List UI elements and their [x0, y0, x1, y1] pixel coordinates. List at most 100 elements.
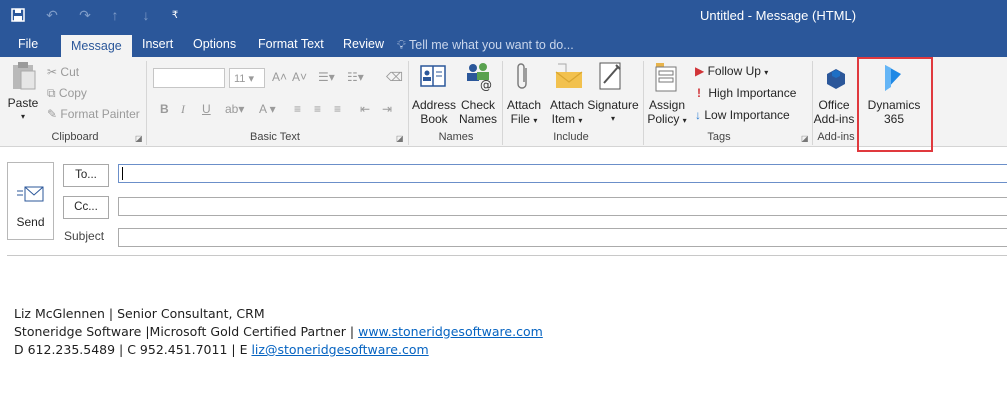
cut-label: Cut: [60, 65, 80, 79]
website-link[interactable]: www.stoneridgesoftware.com: [358, 324, 543, 339]
bullets-icon[interactable]: ☰▾: [318, 70, 335, 84]
down-arrow-icon: ↓: [695, 108, 701, 122]
window-title: Untitled - Message (HTML): [700, 8, 857, 23]
to-field[interactable]: [118, 164, 1007, 183]
group-separator: [408, 61, 409, 145]
tab-options[interactable]: Options: [193, 36, 236, 57]
down-arrow-icon[interactable]: ↓: [136, 5, 156, 25]
signature-line-3: D 612.235.5489 | C 952.451.7011 | E liz@…: [14, 342, 429, 357]
customize-dropdown-icon[interactable]: ₹: [165, 5, 185, 25]
font-color-icon[interactable]: A ▾: [259, 102, 276, 116]
grow-font-icon[interactable]: A˄: [272, 70, 287, 84]
cut-button[interactable]: ✂︎ Cut: [47, 65, 79, 79]
check-names-label-1: Check: [460, 98, 495, 112]
subject-label: Subject: [64, 229, 105, 243]
assign-policy-dropdown-icon: ▾: [682, 116, 687, 125]
font-name-box[interactable]: [153, 68, 225, 88]
format-painter-button[interactable]: ✎ Format Painter: [47, 107, 140, 121]
group-separator: [146, 61, 147, 145]
lightbulb-icon: 💡︎: [397, 38, 406, 52]
high-importance-label: High Importance: [708, 86, 797, 100]
numbering-icon[interactable]: ☷▾: [347, 70, 364, 84]
paperclip-icon: [516, 62, 530, 95]
copy-button[interactable]: ⧉ Copy: [47, 86, 87, 101]
attach-item-button[interactable]: Attach Item ▾: [547, 98, 587, 128]
office-addins-icon: [823, 64, 849, 93]
follow-up-button[interactable]: ▶ Follow Up ▾: [695, 64, 768, 78]
signature-company: Stoneridge Software |Microsoft Gold Cert…: [14, 324, 359, 339]
paste-button[interactable]: Paste ▾: [6, 96, 40, 124]
basic-text-group-label: Basic Text: [250, 131, 300, 143]
undo-icon[interactable]: ↶: [42, 5, 62, 25]
clear-formatting-icon[interactable]: ⌫: [386, 70, 403, 84]
attach-file-label-2: File: [510, 112, 530, 126]
underline-button[interactable]: U: [202, 102, 211, 116]
svg-text:@: @: [480, 78, 492, 91]
font-size-box[interactable]: 11 ▾: [229, 68, 265, 88]
ribbon: Paste ▾ ✂︎ Cut ⧉ Copy ✎ Format Painter C…: [0, 57, 1007, 147]
attach-item-dropdown-icon: ▾: [578, 116, 583, 125]
shrink-font-icon[interactable]: A˅: [292, 70, 307, 84]
tab-file[interactable]: File: [18, 36, 38, 57]
align-right-icon[interactable]: ≡: [334, 102, 341, 116]
format-painter-label: Format Painter: [60, 107, 140, 121]
decrease-indent-icon[interactable]: ⇤: [360, 102, 370, 116]
title-bar: ↶ ↷ ↑ ↓ ₹ Untitled - Message (HTML): [0, 0, 1007, 32]
align-center-icon[interactable]: ≡: [314, 102, 321, 116]
names-group-label: Names: [438, 131, 474, 143]
address-book-label-1: Address: [411, 98, 457, 112]
increase-indent-icon[interactable]: ⇥: [382, 102, 392, 116]
clipboard-launcher-icon[interactable]: ◪: [135, 134, 143, 143]
scissors-icon: ✂︎: [47, 65, 58, 79]
signature-line-1: Liz McGlennen | Senior Consultant, CRM: [14, 306, 265, 321]
exclamation-icon: !: [697, 86, 701, 100]
bold-button[interactable]: B: [160, 102, 169, 116]
cc-button[interactable]: Cc...: [63, 196, 109, 219]
to-button[interactable]: To...: [63, 164, 109, 187]
high-importance-button[interactable]: ! High Importance: [697, 86, 796, 100]
font-size-value: 11: [234, 73, 246, 85]
ribbon-tabs: File Message Insert Options Format Text …: [0, 32, 1007, 58]
attach-file-button[interactable]: Attach File ▾: [506, 98, 542, 128]
address-book-button[interactable]: Address Book: [411, 98, 457, 126]
cc-field[interactable]: [118, 197, 1007, 216]
check-names-icon: @: [465, 61, 493, 94]
envelope-icon: [554, 62, 584, 93]
align-left-icon[interactable]: ≡: [294, 102, 301, 116]
assign-policy-button[interactable]: Assign Policy ▾: [647, 98, 687, 128]
send-icon: [17, 185, 45, 206]
basic-text-launcher-icon[interactable]: ◪: [396, 134, 404, 143]
signature-dropdown-icon: ▾: [610, 114, 615, 123]
signature-line-2: Stoneridge Software |Microsoft Gold Cert…: [14, 324, 543, 339]
attach-item-label-1: Attach: [549, 98, 585, 112]
tab-review[interactable]: Review: [343, 36, 384, 57]
tags-launcher-icon[interactable]: ◪: [801, 134, 809, 143]
up-arrow-icon[interactable]: ↑: [105, 5, 125, 25]
paste-icon: [11, 61, 37, 94]
highlight-color-icon[interactable]: ab▾: [225, 102, 244, 116]
signature-label: Signature: [587, 98, 639, 112]
copy-label: Copy: [58, 86, 87, 100]
redo-icon[interactable]: ↷: [75, 5, 95, 25]
check-names-button[interactable]: Check Names: [457, 98, 499, 126]
office-addins-button[interactable]: Office Add-ins: [813, 98, 855, 126]
save-icon[interactable]: [8, 5, 28, 25]
subject-field[interactable]: [118, 228, 1007, 247]
send-label: Send: [16, 215, 45, 229]
signature-button[interactable]: Signature ▾: [586, 98, 640, 126]
tell-me-search[interactable]: 💡︎ Tell me what you want to do...: [397, 38, 574, 53]
assign-policy-label-2: Policy: [647, 112, 680, 126]
attach-file-dropdown-icon: ▾: [533, 116, 538, 125]
assign-policy-label-1: Assign: [648, 98, 686, 112]
low-importance-label: Low Importance: [704, 108, 790, 122]
tab-insert[interactable]: Insert: [142, 36, 173, 57]
group-separator: [643, 61, 644, 145]
email-link[interactable]: liz@stoneridgesoftware.com: [251, 342, 428, 357]
italic-button[interactable]: I: [181, 102, 185, 117]
tab-message[interactable]: Message: [61, 35, 132, 58]
tab-format-text[interactable]: Format Text: [258, 36, 324, 57]
low-importance-button[interactable]: ↓ Low Importance: [695, 108, 790, 122]
check-names-label-2: Names: [458, 112, 497, 126]
send-button[interactable]: Send: [7, 162, 54, 240]
addins-group-label: Add-ins: [817, 131, 855, 143]
